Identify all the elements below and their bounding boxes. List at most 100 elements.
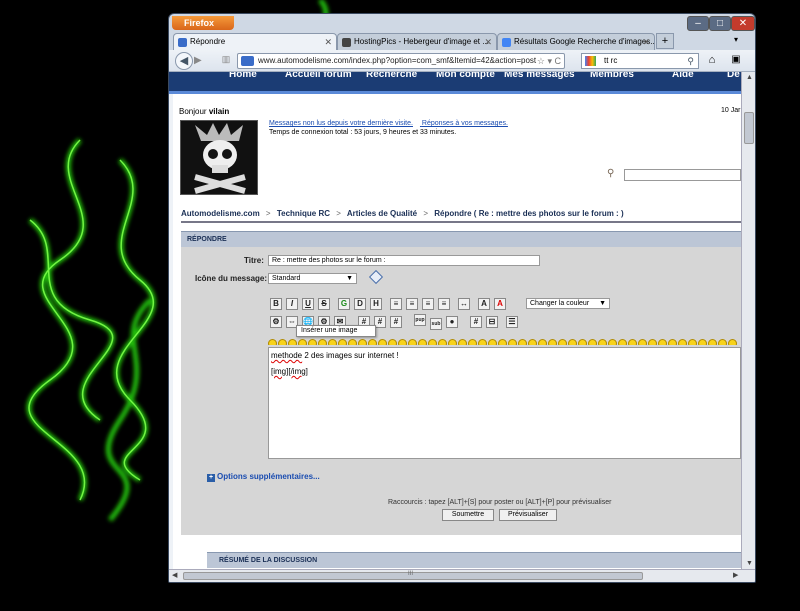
vertical-scrollbar[interactable]: ▲ ▼ — [741, 72, 755, 572]
strike-button[interactable]: S — [318, 298, 330, 310]
smiley-icon[interactable] — [428, 339, 437, 345]
smiley-icon[interactable] — [618, 339, 627, 345]
new-tab-button[interactable]: + — [656, 33, 674, 49]
font-size-button[interactable]: A — [478, 298, 490, 310]
vertical-scroll-thumb[interactable] — [744, 112, 754, 144]
url-bar[interactable]: www.automodelisme.com/index.php?option=c… — [237, 53, 565, 69]
underline-button[interactable]: U — [302, 298, 314, 310]
menu-home[interactable]: Home — [229, 72, 257, 80]
smiley-icon[interactable] — [578, 339, 587, 345]
table-cell-button[interactable]: # — [390, 316, 402, 328]
smiley-icon[interactable] — [388, 339, 397, 345]
forward-button[interactable]: ▶ — [194, 55, 202, 66]
font-face-button[interactable]: A — [494, 298, 506, 310]
smiley-icon[interactable] — [418, 339, 427, 345]
tab-list-icon[interactable]: ▾ — [734, 35, 738, 44]
smiley-icon[interactable] — [358, 339, 367, 345]
smiley-icon[interactable] — [588, 339, 597, 345]
smiley-icon[interactable] — [468, 339, 477, 345]
smiley-icon[interactable] — [638, 339, 647, 345]
breadcrumb-articles[interactable]: Articles de Qualité — [347, 209, 417, 218]
smiley-icon[interactable] — [448, 339, 457, 345]
menu-de[interactable]: De — [727, 72, 740, 80]
smiley-icon[interactable] — [278, 339, 287, 345]
close-tab-icon[interactable]: ✕ — [484, 34, 492, 50]
menu-mon-compte[interactable]: Mon compte — [436, 72, 495, 80]
superscript-button[interactable]: pup — [414, 314, 426, 326]
horizontal-scrollbar[interactable]: ◀ III ▶ — [169, 569, 755, 582]
smiley-icon[interactable] — [518, 339, 527, 345]
scroll-left-icon[interactable]: ◀ — [172, 571, 177, 579]
minimize-button[interactable]: – — [687, 16, 709, 31]
search-bar[interactable]: tt rc ⚲ — [581, 53, 699, 69]
glow-button[interactable]: G — [338, 298, 350, 310]
smiley-icon[interactable] — [548, 339, 557, 345]
smiley-icon[interactable] — [338, 339, 347, 345]
subscript-button[interactable]: sub — [430, 318, 442, 330]
smiley-icon[interactable] — [718, 339, 727, 345]
close-tab-icon[interactable]: ✕ — [642, 34, 650, 50]
list-button[interactable]: ☰ — [506, 316, 518, 328]
maximize-button[interactable]: □ — [709, 16, 731, 31]
scroll-up-icon[interactable]: ▲ — [746, 74, 753, 81]
smiley-icon[interactable] — [558, 339, 567, 345]
bold-button[interactable]: B — [270, 298, 282, 310]
tab-repondre[interactable]: Répondre ✕ — [173, 33, 337, 50]
horizontal-scroll-thumb[interactable]: III — [183, 571, 643, 580]
smiley-icon[interactable] — [378, 339, 387, 345]
smiley-icon[interactable] — [708, 339, 717, 345]
smiley-icon[interactable] — [508, 339, 517, 345]
menu-accueil-forum[interactable]: Accueil forum — [285, 72, 352, 80]
menu-mes-messages[interactable]: Mes messages — [504, 72, 575, 80]
smiley-icon[interactable] — [288, 339, 297, 345]
menu-membres[interactable]: Membres — [590, 72, 634, 80]
flash-button[interactable]: ⚙ — [270, 316, 282, 328]
smiley-icon[interactable] — [298, 339, 307, 345]
close-window-button[interactable]: ✕ — [731, 16, 755, 31]
align-center-button[interactable]: ≡ — [406, 298, 418, 310]
more-options-toggle[interactable]: + Options supplémentaires... — [207, 472, 320, 482]
bookmark-star-icon[interactable]: ☆ ▾ C — [537, 54, 561, 68]
smiley-icon[interactable] — [668, 339, 677, 345]
tab-hostingpics[interactable]: HostingPics - Hebergeur d'image et ... ✕ — [337, 33, 497, 50]
smiley-icon[interactable] — [348, 339, 357, 345]
smiley-icon[interactable] — [688, 339, 697, 345]
italic-button[interactable]: I — [286, 298, 298, 310]
move-button[interactable]: H — [370, 298, 382, 310]
horizontal-rule-button[interactable]: ↔ — [458, 298, 470, 310]
smiley-icon[interactable] — [648, 339, 657, 345]
smiley-icon[interactable] — [458, 339, 467, 345]
message-icon-select[interactable]: Standard ▼ — [268, 273, 357, 284]
scroll-right-icon[interactable]: ▶ — [733, 571, 738, 579]
smiley-icon[interactable] — [478, 339, 487, 345]
smiley-icon[interactable] — [608, 339, 617, 345]
replies-link[interactable]: Réponses à vos messages. — [422, 120, 508, 127]
smiley-icon[interactable] — [628, 339, 637, 345]
firefox-menu-button[interactable]: Firefox — [172, 16, 234, 30]
forum-search-input[interactable] — [624, 169, 741, 181]
tab-google-images[interactable]: Résultats Google Recherche d'images... ✕ — [497, 33, 655, 50]
align-right-button[interactable]: ≡ — [438, 298, 450, 310]
smiley-icon[interactable] — [528, 339, 537, 345]
smiley-icon[interactable] — [698, 339, 707, 345]
submit-button[interactable]: Soumettre — [442, 509, 494, 521]
align-justify-button[interactable]: ≡ — [422, 298, 434, 310]
smiley-icon[interactable] — [498, 339, 507, 345]
tools-icon[interactable]: ▣ — [725, 53, 747, 69]
menu-aide[interactable]: Aide — [672, 72, 694, 80]
breadcrumb-technique-rc[interactable]: Technique RC — [277, 209, 330, 218]
unread-messages-link[interactable]: Messages non lus depuis votre dernière v… — [269, 120, 413, 127]
home-icon[interactable]: ⌂ — [703, 53, 721, 69]
smiley-icon[interactable] — [408, 339, 417, 345]
search-icon[interactable]: ⚲ — [687, 54, 694, 68]
smiley-icon[interactable] — [658, 339, 667, 345]
smiley-icon[interactable] — [678, 339, 687, 345]
align-left-button[interactable]: ≡ — [390, 298, 402, 310]
smiley-icon[interactable] — [438, 339, 447, 345]
smiley-icon[interactable] — [728, 339, 737, 345]
color-select[interactable]: Changer la couleur ▼ — [526, 298, 610, 309]
quote-button[interactable]: ⊟ — [486, 316, 498, 328]
smiley-icon[interactable] — [308, 339, 317, 345]
breadcrumb-site[interactable]: Automodelisme.com — [181, 209, 260, 218]
smiley-icon[interactable] — [318, 339, 327, 345]
